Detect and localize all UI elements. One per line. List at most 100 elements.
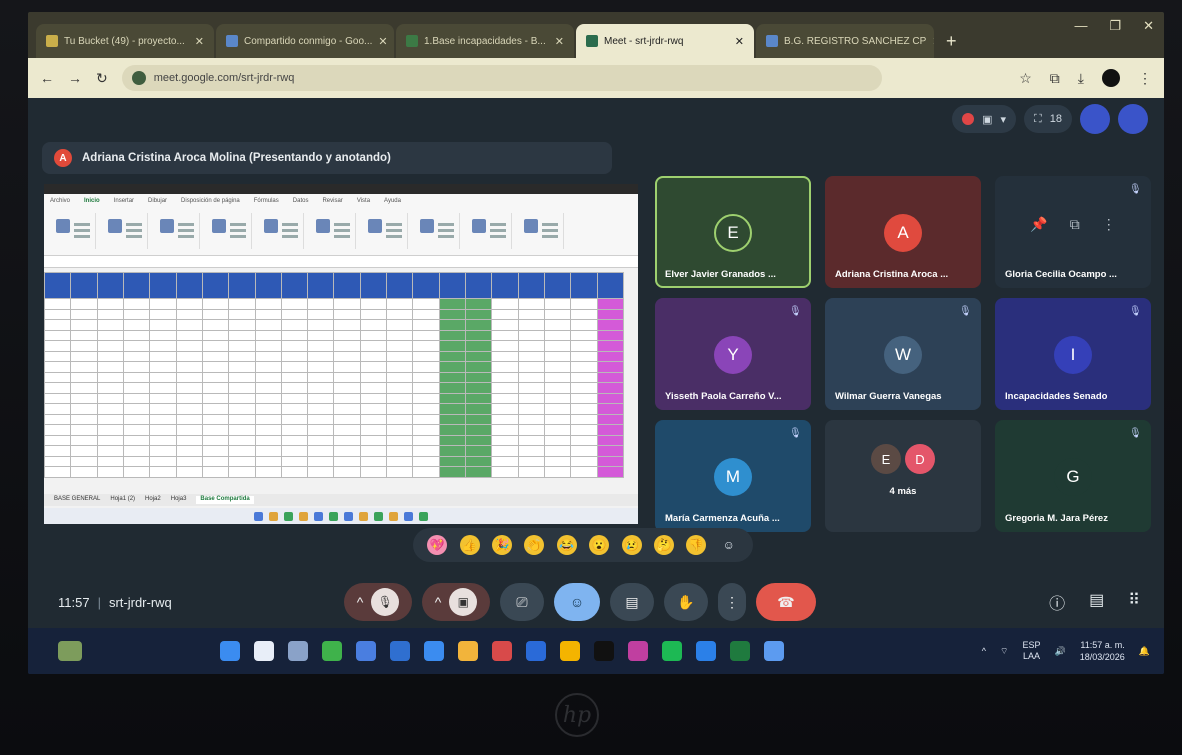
reaction-emoji[interactable]: 🎉 <box>491 535 512 555</box>
taskbar-app-icon[interactable] <box>730 641 750 661</box>
sheet-tab[interactable]: Hoja2 <box>145 496 161 504</box>
reaction-emoji[interactable]: 💖 <box>427 535 448 555</box>
ribbon-tab[interactable]: Disposición de página <box>181 198 240 207</box>
participants-pill[interactable]: ⛶ 18 <box>1024 105 1072 133</box>
ribbon-tab[interactable]: Vista <box>357 198 370 207</box>
reaction-emoji[interactable]: 🤔 <box>653 535 674 555</box>
url-input[interactable]: meet.google.com/srt-jrdr-rwq <box>121 65 882 91</box>
close-tab-icon[interactable]: ✕ <box>735 35 744 48</box>
close-tab-icon[interactable]: ✕ <box>555 35 564 48</box>
ribbon-tab[interactable]: Fórmulas <box>254 198 279 207</box>
language-indicator[interactable]: ESP LAA <box>1023 640 1041 662</box>
restore-icon[interactable]: ❐ <box>1109 18 1121 34</box>
reaction-emoji[interactable]: 😮 <box>589 535 610 555</box>
more-options-icon[interactable]: ⋮ <box>1102 216 1116 233</box>
taskbar-app-icon[interactable] <box>424 641 444 661</box>
taskbar-app-icon[interactable] <box>288 641 308 661</box>
ribbon-tab[interactable]: Inicio <box>84 198 100 207</box>
new-tab-button[interactable]: + <box>936 31 967 58</box>
chevron-up-icon[interactable]: ^ <box>357 594 364 610</box>
participant-tile[interactable]: 🎙 M María Carmenza Acuña ... <box>655 420 811 532</box>
leave-call-button[interactable]: ☎ <box>756 583 816 621</box>
frame-icon[interactable]: ⧉ <box>1070 216 1080 233</box>
camera-toggle[interactable]: ^ ▣ <box>422 583 490 621</box>
chevron-up-icon[interactable]: ^ <box>982 646 986 656</box>
volume-icon[interactable]: 🔊 <box>1055 646 1066 657</box>
ribbon-tab[interactable]: Ayuda <box>384 198 401 207</box>
camera-off-icon[interactable]: ▣ <box>449 588 478 616</box>
chevron-up-icon[interactable]: ^ <box>435 594 442 610</box>
browser-tab[interactable]: B.G. REGISTRO SANCHEZ CP ✕ <box>756 24 934 58</box>
taskbar-app-icon[interactable] <box>356 641 376 661</box>
participant-tile[interactable]: 🎙 W Wilmar Guerra Vanegas <box>825 298 981 410</box>
participant-tile[interactable]: A Adriana Cristina Aroca ... <box>825 176 981 288</box>
profile-avatar[interactable] <box>1102 69 1120 87</box>
taskbar-app-icon[interactable] <box>390 641 410 661</box>
browser-tab[interactable]: 1.Base incapacidades - B... ✕ <box>396 24 574 58</box>
reaction-emoji[interactable]: ☺ <box>719 535 739 555</box>
taskbar-app-icon[interactable] <box>628 641 648 661</box>
captions-button[interactable]: ▤ <box>610 583 654 621</box>
recording-pill[interactable]: ▣ ▾ <box>952 105 1017 133</box>
minimize-icon[interactable]: — <box>1074 18 1087 34</box>
meeting-details-icon[interactable]: ⓘ <box>1049 590 1065 614</box>
download-icon[interactable]: ⤓ <box>1078 70 1084 87</box>
sheet-tab[interactable]: Hoja3 <box>171 496 187 504</box>
extensions-icon[interactable]: ⧉ <box>1050 70 1060 87</box>
participant-tile[interactable]: 🎙 I Incapacidades Senado <box>995 298 1151 410</box>
weather-widget-icon[interactable] <box>58 641 82 661</box>
taskbar-app-icon[interactable] <box>220 641 240 661</box>
raise-hand-button[interactable]: ✋ <box>664 583 708 621</box>
ribbon-tab[interactable]: Datos <box>293 198 309 207</box>
account-button[interactable] <box>1118 104 1148 134</box>
close-tab-icon[interactable]: ✕ <box>195 35 204 48</box>
ribbon-tab[interactable]: Revisar <box>322 198 342 207</box>
bookmark-star-icon[interactable]: ☆ <box>1019 70 1032 87</box>
self-view-button[interactable] <box>1080 104 1110 134</box>
browser-tab[interactable]: Tu Bucket (49) - proyecto... ✕ <box>36 24 214 58</box>
participant-tile[interactable]: 🎙 📌 ⧉ ⋮ Gloria Cecilia Ocampo ... <box>995 176 1151 288</box>
taskbar-app-icon[interactable] <box>492 641 512 661</box>
taskbar-app-icon[interactable] <box>560 641 580 661</box>
browser-tab-active[interactable]: Meet - srt-jrdr-rwq ✕ <box>576 24 754 58</box>
sheet-tab[interactable]: Hoja1 (2) <box>110 496 135 504</box>
taskbar-app-icon[interactable] <box>254 641 274 661</box>
browser-tab[interactable]: Compartido conmigo - Goo... ✕ <box>216 24 394 58</box>
system-clock[interactable]: 11:57 a. m. 18/03/2026 <box>1080 639 1125 663</box>
pin-icon[interactable]: 📌 <box>1030 216 1047 233</box>
microphone-toggle[interactable]: ^ 🎙 <box>344 583 412 621</box>
notification-icon[interactable]: 🔔 <box>1139 646 1150 657</box>
ribbon-tab[interactable]: Insertar <box>114 198 134 207</box>
wifi-icon[interactable]: ⌔ <box>1000 646 1008 657</box>
more-menu-icon[interactable]: ⋮ <box>1138 70 1152 87</box>
taskbar-app-icon[interactable] <box>696 641 716 661</box>
reaction-emoji[interactable]: 😢 <box>621 535 642 555</box>
forward-icon[interactable]: → <box>68 70 82 86</box>
ribbon-tab[interactable]: Archivo <box>50 198 70 207</box>
taskbar-app-icon[interactable] <box>662 641 682 661</box>
participant-tile[interactable]: E Elver Javier Granados ... <box>655 176 811 288</box>
reload-icon[interactable]: ↻ <box>96 70 108 87</box>
site-info-icon[interactable] <box>131 71 146 85</box>
taskbar-app-icon[interactable] <box>764 641 784 661</box>
reaction-emoji[interactable]: 👏 <box>524 535 545 555</box>
chat-icon[interactable]: ▤ <box>1089 590 1104 614</box>
mic-off-icon[interactable]: 🎙 <box>371 588 400 616</box>
taskbar-app-icon[interactable] <box>526 641 546 661</box>
sheet-tab[interactable]: Base Compartida <box>196 496 254 504</box>
close-tab-icon[interactable]: ✕ <box>932 35 934 48</box>
present-screen-button[interactable]: ⎚ <box>500 583 544 621</box>
more-participants-tile[interactable]: E D 4 más <box>825 420 981 532</box>
emoji-reactions-button[interactable]: ☺ <box>554 583 600 621</box>
back-icon[interactable]: ← <box>40 70 54 86</box>
more-options-button[interactable]: ⋮ <box>718 583 746 621</box>
reaction-emoji[interactable]: 👍 <box>459 535 480 555</box>
taskbar-app-icon[interactable] <box>458 641 478 661</box>
participant-tile[interactable]: 🎙 G Gregoria M. Jara Pérez <box>995 420 1151 532</box>
taskbar-app-icon[interactable] <box>322 641 342 661</box>
activities-icon[interactable]: ⠿ <box>1128 590 1140 614</box>
close-tab-icon[interactable]: ✕ <box>378 35 387 48</box>
ribbon-tab[interactable]: Dibujar <box>148 198 167 207</box>
close-window-icon[interactable]: ✕ <box>1143 18 1154 34</box>
taskbar-app-icon[interactable] <box>594 641 614 661</box>
